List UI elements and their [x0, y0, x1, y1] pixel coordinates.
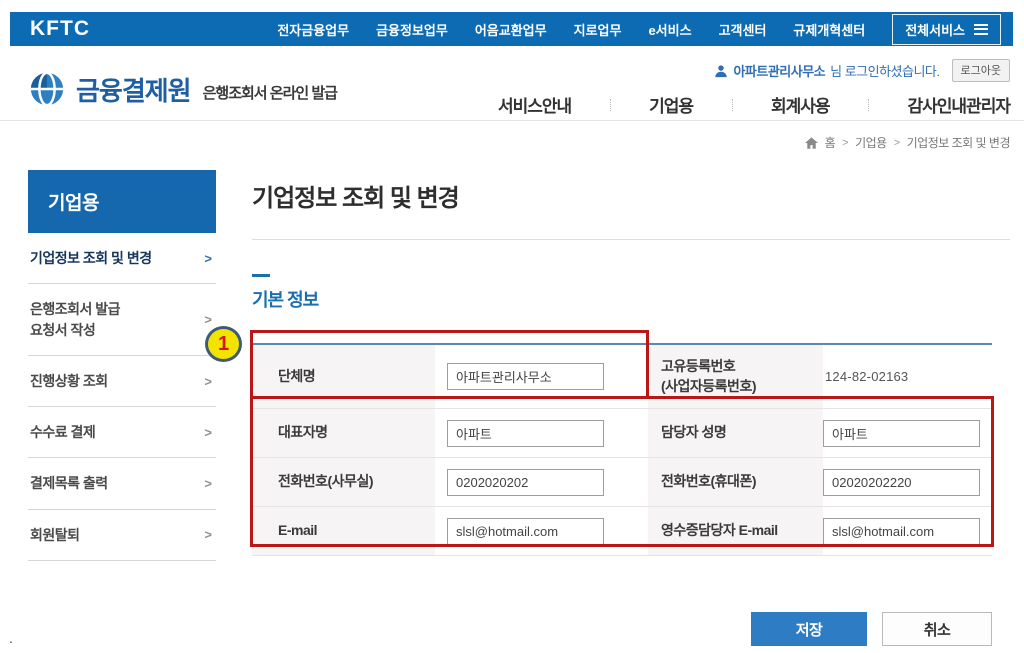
nav-accountant[interactable]: 회계사용	[771, 92, 831, 117]
topnav-item-electronic-finance[interactable]: 전자금융업무	[277, 20, 349, 39]
office-phone-label: 전화번호(사무실)	[252, 458, 435, 506]
sidebar-item-label: 결제목록 출력	[30, 475, 108, 492]
sidebar-item-label: 회원탈퇴	[30, 526, 80, 543]
nav-auditor-admin[interactable]: 감사인내관리자	[908, 92, 1011, 117]
title-divider	[252, 239, 1010, 240]
registration-number-value: 124-82-02163	[825, 368, 909, 384]
home-icon	[804, 136, 818, 149]
form-row-email: E-mail 영수증담당자 E-mail	[252, 507, 992, 556]
page-title: 기업정보 조회 및 변경	[252, 185, 460, 212]
sidebar: 기업용 기업정보 조회 및 변경 > 은행조회서 발급 요청서 작성 > 진행상…	[28, 170, 216, 562]
sidebar-item-payment-list[interactable]: 결제목록 출력 >	[28, 458, 216, 510]
email-input[interactable]	[447, 517, 604, 545]
breadcrumb-separator: >	[893, 136, 900, 149]
sidebar-item-request-form[interactable]: 은행조회서 발급 요청서 작성 >	[28, 284, 216, 356]
secondary-nav: 서비스안내 기업용 회계사용 감사인내관리자	[498, 92, 1011, 117]
topnav-item-giro[interactable]: 지로업무	[574, 20, 622, 39]
save-button[interactable]: 저장	[751, 612, 867, 646]
main-content: 기업정보 조회 및 변경 기본 정보 단체명 고유등록번호 (사업자등록번호) …	[252, 178, 1010, 646]
topnav-item-bill-exchange[interactable]: 어음교환업무	[475, 20, 547, 39]
sidebar-item-label: 수수료 결제	[30, 424, 96, 441]
login-user-name: 아파트관리사무소	[733, 64, 826, 79]
registration-number-label: 고유등록번호 (사업자등록번호)	[648, 345, 823, 408]
mobile-phone-label: 전화번호(휴대폰)	[648, 458, 823, 506]
mobile-phone-input[interactable]	[823, 468, 980, 496]
logo-text: 금융결제원	[76, 75, 192, 106]
org-name-input[interactable]	[447, 363, 604, 390]
sidebar-item-corp-info[interactable]: 기업정보 조회 및 변경 >	[28, 233, 216, 285]
breadcrumb-separator: >	[842, 136, 849, 149]
user-icon	[715, 64, 728, 77]
chevron-right-icon: >	[204, 527, 212, 543]
chevron-right-icon: >	[204, 250, 212, 266]
basic-info-form: 단체명 고유등록번호 (사업자등록번호) 124-82-02163 대표자명 담…	[252, 343, 992, 556]
representative-name-input[interactable]	[447, 419, 604, 447]
sidebar-item-fee-payment[interactable]: 수수료 결제 >	[28, 407, 216, 459]
chevron-right-icon: >	[204, 424, 212, 440]
kftc-page: KFTC 전자금융업무 금융정보업무 어음교환업무 지로업무 e서비스 고객센터…	[0, 0, 1024, 653]
logo-subtitle: 은행조회서 온라인 발급	[202, 85, 338, 102]
all-services-label: 전체서비스	[905, 22, 965, 38]
kftc-globe-icon	[30, 71, 64, 107]
chevron-right-icon: >	[204, 373, 212, 389]
chevron-right-icon: >	[204, 476, 212, 492]
section-title: 기본 정보	[252, 290, 319, 310]
chevron-right-icon: >	[204, 312, 212, 328]
sidebar-item-label: 진행상황 조회	[30, 372, 108, 389]
nav-service-guide[interactable]: 서비스안내	[498, 92, 572, 117]
topnav-item-regulation-center[interactable]: 규제개혁센터	[793, 20, 865, 39]
topnav-item-customer-center[interactable]: 고객센터	[719, 20, 767, 39]
topnav-item-financial-info[interactable]: 금융정보업무	[376, 20, 448, 39]
logout-button[interactable]: 로그아웃	[951, 59, 1010, 82]
breadcrumb: 홈 > 기업용 > 기업정보 조회 및 변경	[804, 134, 1011, 151]
representative-name-label: 대표자명	[252, 409, 435, 457]
sidebar-title: 기업용	[28, 170, 216, 233]
receipt-email-label: 영수증담당자 E-mail	[648, 507, 823, 555]
form-row-representative: 대표자명 담당자 성명	[252, 409, 992, 458]
top-navigation-bar: KFTC 전자금융업무 금융정보업무 어음교환업무 지로업무 e서비스 고객센터…	[10, 12, 1013, 46]
section-dash	[252, 274, 270, 277]
org-name-label: 단체명	[252, 345, 435, 408]
login-message: 님 로그인하셨습니다.	[830, 64, 940, 79]
sidebar-item-progress[interactable]: 진행상황 조회 >	[28, 356, 216, 408]
basic-info-section-header: 기본 정보	[252, 274, 1010, 312]
email-label: E-mail	[252, 507, 435, 555]
form-actions: 저장 취소	[252, 612, 992, 646]
header-divider	[0, 120, 1024, 121]
sidebar-item-withdraw[interactable]: 회원탈퇴 >	[28, 510, 216, 562]
breadcrumb-current: 기업정보 조회 및 변경	[906, 136, 1011, 150]
top-nav: 전자금융업무 금융정보업무 어음교환업무 지로업무 e서비스 고객센터 규제개혁…	[277, 13, 1001, 45]
nav-corporate[interactable]: 기업용	[649, 92, 694, 117]
all-services-button[interactable]: 전체서비스	[892, 13, 1001, 45]
stray-dot: .	[9, 630, 13, 646]
kftc-brand-logo[interactable]: KFTC	[30, 17, 90, 41]
manager-name-label: 담당자 성명	[648, 409, 823, 457]
form-row-phone: 전화번호(사무실) 전화번호(휴대폰)	[252, 458, 992, 507]
nav-divider	[731, 98, 733, 111]
hamburger-icon	[974, 21, 988, 37]
nav-divider	[609, 98, 611, 111]
receipt-email-input[interactable]	[823, 517, 980, 545]
office-phone-input[interactable]	[447, 468, 604, 496]
sidebar-item-label: 기업정보 조회 및 변경	[30, 250, 152, 266]
annotation-badge-1: 1	[205, 326, 242, 362]
sidebar-item-label: 은행조회서 발급 요청서 작성	[30, 301, 121, 338]
topnav-item-eservice[interactable]: e서비스	[648, 20, 691, 39]
nav-divider	[868, 98, 870, 111]
login-status: 아파트관리사무소 님 로그인하셨습니다. 로그아웃	[714, 59, 1010, 82]
manager-name-input[interactable]	[823, 419, 980, 447]
form-row-org-name: 단체명 고유등록번호 (사업자등록번호) 124-82-02163	[252, 345, 992, 409]
cancel-button[interactable]: 취소	[882, 612, 992, 646]
breadcrumb-home[interactable]: 홈	[825, 134, 836, 151]
site-logo[interactable]: 금융결제원 은행조회서 온라인 발급	[28, 70, 338, 108]
breadcrumb-corporate[interactable]: 기업용	[855, 134, 887, 151]
